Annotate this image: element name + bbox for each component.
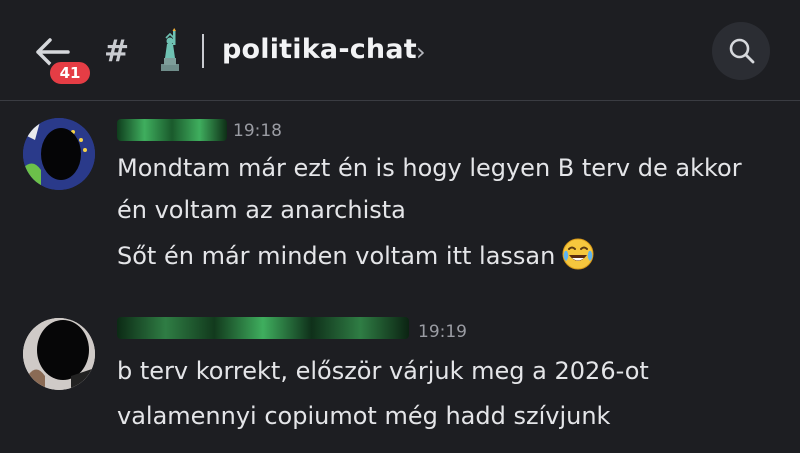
header-divider <box>202 34 204 68</box>
channel-name[interactable]: politika-chat <box>222 34 417 65</box>
message-timestamp: 19:19 <box>418 322 467 342</box>
message-group[interactable]: 19:18 Mondtam már ezt én is hogy legyen … <box>0 105 800 285</box>
message-text-line: Sőt én már minden voltam itt lassan <box>117 238 595 271</box>
message-text-line: Mondtam már ezt én is hogy legyen B terv… <box>117 154 742 182</box>
message-text-line: b terv korrekt, először várjuk meg a 202… <box>117 357 649 385</box>
channel-header: 41 # politika-chat › <box>0 0 800 101</box>
chevron-right-icon[interactable]: › <box>416 38 426 66</box>
avatar-image <box>23 118 95 190</box>
unread-badge: 41 <box>47 59 93 87</box>
message-text: Sőt én már minden voltam itt lassan <box>117 242 556 270</box>
search-button[interactable] <box>712 22 770 80</box>
username-redacted[interactable] <box>117 317 409 339</box>
avatar[interactable] <box>23 118 95 190</box>
message-group[interactable]: 19:19 b terv korrekt, először várjuk meg… <box>0 305 800 453</box>
username-redacted[interactable] <box>117 119 227 141</box>
message-text-line: valamennyi copiumot még hadd szívjunk <box>117 402 611 430</box>
statue-of-liberty-icon <box>161 28 179 71</box>
message-timestamp: 19:18 <box>233 121 282 141</box>
avatar[interactable] <box>23 318 95 390</box>
channel-hash-icon: # <box>104 34 130 69</box>
avatar-image <box>23 318 95 390</box>
face-with-tears-of-joy-icon <box>562 238 594 270</box>
search-icon <box>729 38 755 64</box>
message-text-line: én voltam az anarchista <box>117 196 406 224</box>
